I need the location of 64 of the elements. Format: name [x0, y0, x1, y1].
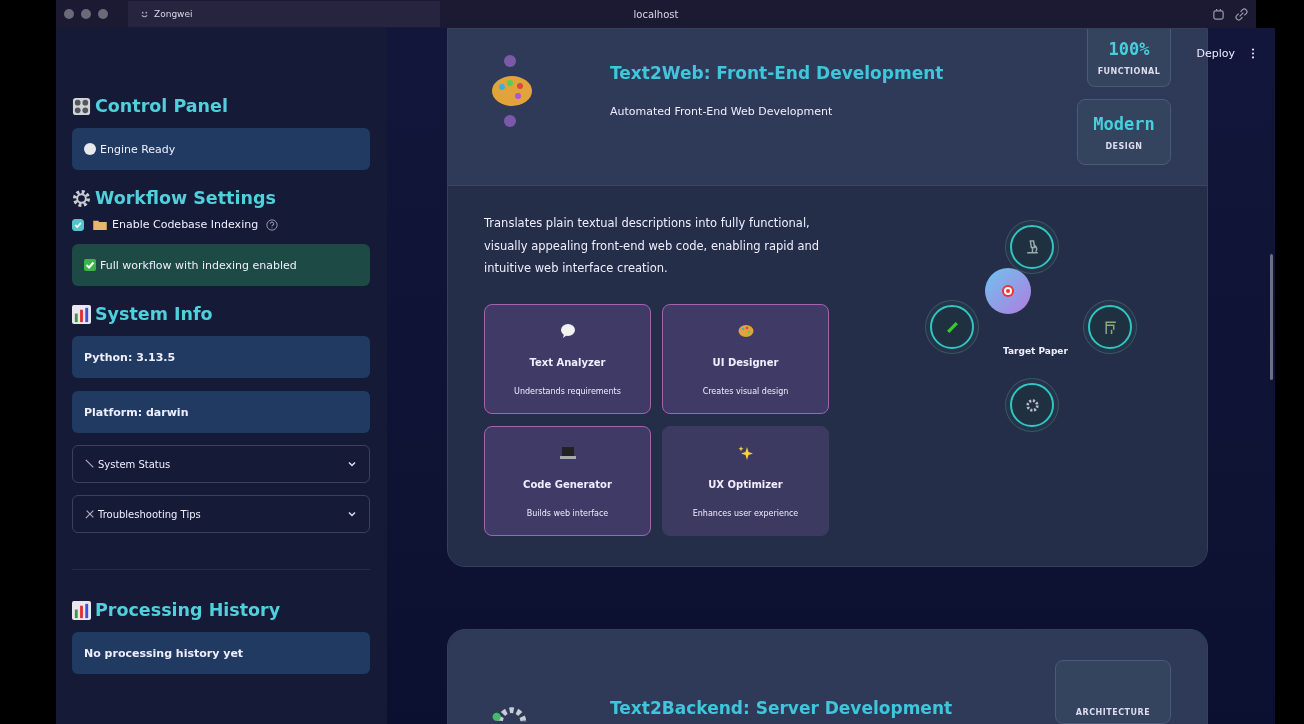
- stat-label: FUNCTIONAL: [1097, 67, 1161, 76]
- expander[interactable]: Troubleshooting Tips: [72, 495, 370, 533]
- scrollbar-thumb[interactable]: [1270, 254, 1273, 380]
- agent-description: Enhances user experience: [692, 508, 799, 518]
- agent-name: UI Designer: [712, 356, 779, 368]
- checkbox[interactable]: [72, 218, 84, 231]
- deploy-button[interactable]: Deploy: [1192, 45, 1239, 62]
- agent-name: Text Analyzer: [529, 356, 606, 368]
- info-box: Python: 3.13.5: [72, 336, 370, 378]
- gear-icon: [72, 188, 91, 208]
- sparkles-icon: [737, 444, 754, 461]
- status-dot-icon: [84, 143, 96, 155]
- extension-icon[interactable]: [1212, 7, 1225, 21]
- info-box: Platform: darwin: [72, 391, 370, 433]
- card-subtitle: Automated Front-End Web Development: [610, 105, 834, 118]
- browser-tab[interactable]: Zongwei: [128, 1, 440, 27]
- help-icon[interactable]: [266, 218, 279, 231]
- folder-icon: [93, 219, 107, 230]
- more-options-icon[interactable]: [1251, 48, 1255, 59]
- control-knobs-icon: [72, 96, 91, 116]
- agent-description: Builds web interface: [526, 508, 609, 518]
- palette-icon: [737, 322, 754, 339]
- chevron-icon: [347, 459, 357, 469]
- tab-title: Zongwei: [154, 9, 193, 19]
- address-bar[interactable]: localhost: [633, 8, 679, 20]
- expander-label: Troubleshooting Tips: [98, 508, 201, 520]
- agent-name: UX Optimizer: [708, 478, 783, 490]
- description-text: Translates plain textual descriptions into fully functional, visually appealing front-end web code, enabling rapid and intuitive web interface creation.: [484, 215, 821, 277]
- indexing-checkbox[interactable]: Enable Codebase Indexing: [72, 218, 370, 231]
- bar-chart-icon: [72, 304, 91, 324]
- chevron-icon: [347, 509, 357, 519]
- expander-label: System Status: [98, 458, 171, 470]
- message-text: Full workflow with indexing enabled: [100, 258, 297, 272]
- section-heading: System Info: [95, 304, 213, 324]
- link-icon[interactable]: [1235, 7, 1248, 21]
- section-heading: Processing History: [95, 600, 281, 620]
- stat-label: DESIGN: [1105, 141, 1143, 151]
- target-icon: [1001, 284, 1015, 298]
- speech-bubble-icon: [559, 322, 576, 339]
- expander[interactable]: System Status: [72, 445, 370, 483]
- bar-chart-icon: [72, 600, 91, 620]
- diagram-label: Target Paper: [1003, 346, 1068, 356]
- checkbox-label: Enable Codebase Indexing: [112, 218, 259, 231]
- agent-name: Code Generator: [523, 478, 612, 490]
- stat-value: 100%: [1108, 39, 1150, 59]
- microscope-icon: [1024, 239, 1040, 255]
- stat-label: ARCHITECTURE: [1075, 707, 1151, 717]
- agent-description: Creates visual design: [702, 386, 789, 396]
- section-heading: Control Panel: [95, 96, 228, 116]
- section-heading: Workflow Settings: [95, 188, 276, 208]
- window-control-dot[interactable]: [81, 9, 91, 19]
- stat-value: Modern: [1093, 113, 1155, 134]
- smiley-icon: [140, 9, 149, 19]
- info-box: No processing history yet: [72, 632, 370, 674]
- window-control-dot[interactable]: [98, 9, 108, 19]
- laptop-icon: [559, 444, 576, 461]
- pencil-icon: [944, 319, 960, 335]
- agent-description: Understands requirements: [514, 386, 621, 396]
- window-control-dot[interactable]: [64, 9, 74, 19]
- gear-icon: [1024, 397, 1040, 413]
- check-icon: [84, 259, 96, 271]
- card-title: Text2Backend: Server Development: [610, 697, 954, 718]
- status-text: Engine Ready: [100, 142, 176, 156]
- card-title: Text2Web: Front-End Development: [610, 63, 945, 83]
